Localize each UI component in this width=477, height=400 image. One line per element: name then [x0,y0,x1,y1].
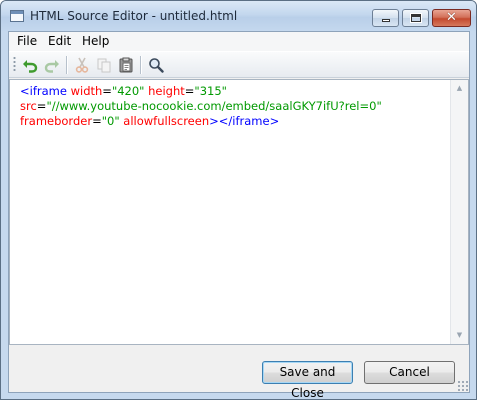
html-source-editor-window: HTML Source Editor - untitled.html ✕ Fil… [0,0,477,400]
code-token-eq: = [184,84,195,98]
undo-button[interactable] [20,56,40,74]
code-line: frameborder="0" allowfullscreen></iframe… [20,114,448,129]
paste-button[interactable] [116,56,136,74]
dialog-body: File Edit Help <iframe width="420" heigh… [8,31,470,399]
code-token-eq: = [92,114,102,128]
copy-button[interactable] [94,56,114,74]
copy-icon [97,58,111,73]
toolbar-grip-icon [13,56,16,73]
save-and-close-button[interactable]: Save and Close [262,361,353,399]
menu-edit[interactable]: Edit [48,34,71,48]
resize-grip-icon[interactable] [457,380,468,391]
code-token-eq: = [102,84,112,98]
scroll-up-icon[interactable]: ▲ [451,80,468,97]
code-token-attr: frameborder [20,114,93,128]
source-code-text[interactable]: <iframe width="420" height="315" src="//w… [20,84,448,129]
cut-icon [75,57,89,73]
close-icon: ✕ [446,10,457,25]
close-button[interactable]: ✕ [432,9,471,27]
code-token-attr: allowfullscreen [119,114,210,128]
code-token-tag: <iframe [20,84,67,98]
cancel-button[interactable]: Cancel [364,361,455,384]
undo-icon [23,60,38,73]
menu-bar: File Edit Help [9,32,469,51]
code-token-attr: height [144,84,185,98]
paste-icon [119,57,133,73]
window-title: HTML Source Editor - untitled.html [30,9,238,23]
find-button[interactable] [146,56,166,74]
title-bar[interactable]: HTML Source Editor - untitled.html ✕ [1,1,476,31]
toolbar [9,51,469,78]
code-token-attr: width [66,84,103,98]
minimize-icon [382,19,390,22]
code-token-val: "0" [101,114,120,128]
code-token-val: "315" [194,84,227,98]
scroll-down-icon[interactable]: ▼ [451,327,468,344]
vertical-scrollbar[interactable]: ▲ ▼ [450,80,468,344]
code-token-val: "420" [111,84,145,98]
maximize-icon [410,13,422,23]
code-token-tag: ></iframe> [209,114,280,128]
menu-help[interactable]: Help [82,34,109,48]
redo-icon [44,60,59,73]
find-icon [149,58,164,73]
code-token-val: "//www.youtube-nocookie.com/embed/saalGK… [46,99,382,113]
cut-button[interactable] [72,56,92,74]
source-code-editor[interactable]: <iframe width="420" height="315" src="//w… [9,79,469,345]
menu-file[interactable]: File [17,34,37,48]
app-icon [10,10,24,22]
minimize-button[interactable] [372,9,399,27]
redo-button[interactable] [42,56,62,74]
maximize-button[interactable] [402,9,429,27]
toolbar-separator [140,56,142,74]
code-line: <iframe width="420" height="315" [20,84,448,99]
code-token-eq: = [36,99,47,113]
toolbar-separator [66,56,68,74]
code-line: src="//www.youtube-nocookie.com/embed/sa… [20,99,448,114]
code-token-attr: src [20,99,37,113]
